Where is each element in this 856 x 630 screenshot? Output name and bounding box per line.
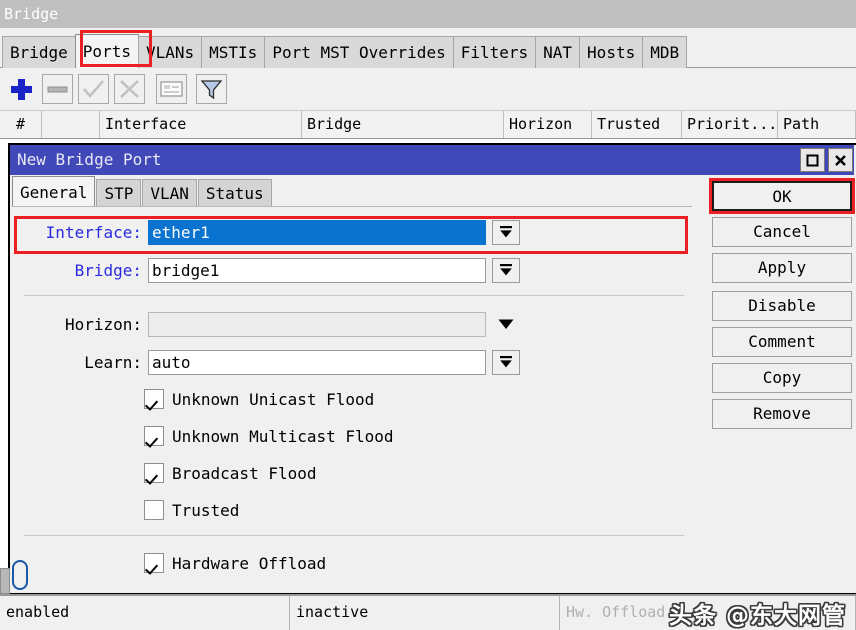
dialog-tab-general[interactable]: General	[12, 176, 96, 207]
tab-vlans[interactable]: VLANs	[137, 36, 203, 68]
tab-ports[interactable]: Ports	[74, 34, 139, 68]
close-button[interactable]	[828, 148, 853, 172]
field-bridge-label: Bridge:	[74, 260, 142, 280]
tab-filters[interactable]: Filters	[452, 36, 537, 68]
bridge-dropdown-button[interactable]	[492, 257, 520, 283]
tab-nat[interactable]: NAT	[535, 36, 581, 68]
dialog-titlebar-buttons	[800, 148, 853, 172]
toolbar	[0, 69, 856, 108]
trusted-checkbox[interactable]	[144, 500, 164, 520]
tab-label: MDB	[650, 43, 680, 62]
dialog-corner-indicator	[12, 560, 28, 590]
trusted-label: Trusted	[172, 500, 240, 520]
field-learn-label: Learn:	[84, 352, 142, 372]
tab-mstis[interactable]: MSTIs	[201, 36, 266, 68]
maximize-button[interactable]	[800, 148, 825, 172]
checkbox-broadcast-flood[interactable]: Broadcast Flood	[144, 461, 317, 485]
ok-button[interactable]: OK	[712, 181, 852, 211]
window-title: Bridge	[0, 0, 856, 28]
checkbox-trusted[interactable]: Trusted	[144, 498, 239, 522]
comment-button[interactable]: Comment	[712, 327, 852, 357]
enable-button[interactable]	[78, 74, 109, 104]
column-header-priorit[interactable]: Priorit...	[682, 111, 778, 138]
hardware-offload-checkbox[interactable]	[144, 553, 164, 573]
column-header-bridge[interactable]: Bridge	[302, 111, 504, 138]
dialog-tabstrip: General STP VLAN Status	[12, 175, 273, 207]
broadcast-flood-checkbox[interactable]	[144, 463, 164, 483]
unknown-multicast-flood-label: Unknown Multicast Flood	[172, 426, 394, 446]
checkbox-hardware-offload[interactable]: Hardware Offload	[144, 551, 326, 575]
hardware-offload-label: Hardware Offload	[172, 553, 327, 573]
remove-button[interactable]	[42, 74, 73, 104]
tab-label: Ports	[82, 42, 131, 61]
remove-button[interactable]: Remove	[712, 399, 852, 429]
dialog-titlebar: New Bridge Port	[10, 145, 854, 175]
column-header-row: # Interface Bridge Horizon Trusted Priorit...…	[0, 110, 856, 139]
tab-port-mst-overrides[interactable]: Port MST Overrides	[264, 36, 454, 68]
field-learn: Learn: auto	[12, 349, 520, 375]
interface-dropdown-button[interactable]	[492, 219, 520, 245]
unknown-unicast-flood-label: Unknown Unicast Flood	[172, 389, 375, 409]
column-header-horizon[interactable]: Horizon	[504, 111, 592, 138]
tab-mdb[interactable]: MDB	[642, 36, 688, 68]
horizon-input[interactable]	[148, 311, 486, 337]
dialog-action-buttons: OK Cancel Apply Disable Comment Copy Remove	[712, 181, 852, 435]
watermark: 头条 @东大网管	[668, 603, 846, 629]
column-header-blank[interactable]	[42, 111, 100, 138]
apply-button[interactable]: Apply	[712, 253, 852, 283]
field-interface-label: Interface:	[45, 222, 142, 242]
dialog-tab-stp[interactable]: STP	[96, 179, 142, 207]
column-header-trusted[interactable]: Trusted	[592, 111, 682, 138]
dialog-general-panel: Interface: ether1 Bridge: bridge1 Horizo…	[12, 206, 692, 592]
tab-label: Filters	[460, 43, 529, 62]
tab-label: VLANs	[145, 43, 195, 62]
checkbox-unknown-unicast-flood[interactable]: Unknown Unicast Flood	[144, 387, 374, 411]
horizontal-scroll-handle[interactable]	[0, 568, 10, 594]
new-bridge-port-dialog: New Bridge Port General STP VLAN Status Int…	[8, 143, 856, 595]
dialog-tab-status[interactable]: Status	[197, 179, 272, 207]
separator-upper	[24, 295, 684, 296]
field-interface: Interface: ether1	[12, 219, 520, 245]
status-inactive: inactive	[290, 596, 560, 630]
field-horizon: Horizon:	[12, 311, 520, 337]
broadcast-flood-label: Broadcast Flood	[172, 463, 317, 483]
tab-hosts[interactable]: Hosts	[579, 36, 644, 68]
copy-button[interactable]: Copy	[712, 363, 852, 393]
checkbox-unknown-multicast-flood[interactable]: Unknown Multicast Flood	[144, 424, 394, 448]
comment-button[interactable]	[156, 74, 187, 104]
bridge-window: Bridge Bridge Ports VLANs MSTIs Port MST Ove…	[0, 0, 856, 630]
disable-button[interactable]: Disable	[712, 291, 852, 321]
column-header-interface[interactable]: Interface	[100, 111, 302, 138]
learn-input[interactable]: auto	[148, 349, 486, 375]
cancel-button[interactable]: Cancel	[712, 217, 852, 247]
filter-button[interactable]	[196, 74, 227, 104]
column-header-path[interactable]: Path	[778, 111, 856, 138]
tab-label: MSTIs	[209, 43, 258, 62]
disable-button[interactable]	[114, 74, 145, 104]
status-enabled: enabled	[0, 596, 290, 630]
bridge-input[interactable]: bridge1	[148, 257, 486, 283]
field-horizon-label: Horizon:	[64, 314, 142, 334]
dialog-title: New Bridge Port	[17, 150, 162, 169]
tab-label: Bridge	[10, 43, 68, 62]
tab-label: NAT	[543, 43, 573, 62]
separator-lower	[24, 535, 684, 536]
unknown-multicast-flood-checkbox[interactable]	[144, 426, 164, 446]
add-button[interactable]	[6, 74, 37, 104]
horizon-dropdown-button[interactable]	[492, 312, 520, 337]
unknown-unicast-flood-checkbox[interactable]	[144, 389, 164, 409]
tab-label: Port MST Overrides	[272, 43, 446, 62]
interface-input[interactable]: ether1	[148, 219, 486, 245]
column-header-num[interactable]: #	[0, 111, 42, 138]
tab-label: Hosts	[587, 43, 636, 62]
dialog-tab-vlan[interactable]: VLAN	[142, 179, 197, 207]
tab-bridge[interactable]: Bridge	[2, 36, 76, 68]
main-tabstrip: Bridge Ports VLANs MSTIs Port MST Overrides F…	[0, 28, 856, 68]
learn-dropdown-button[interactable]	[492, 349, 520, 375]
field-bridge: Bridge: bridge1	[12, 257, 520, 283]
